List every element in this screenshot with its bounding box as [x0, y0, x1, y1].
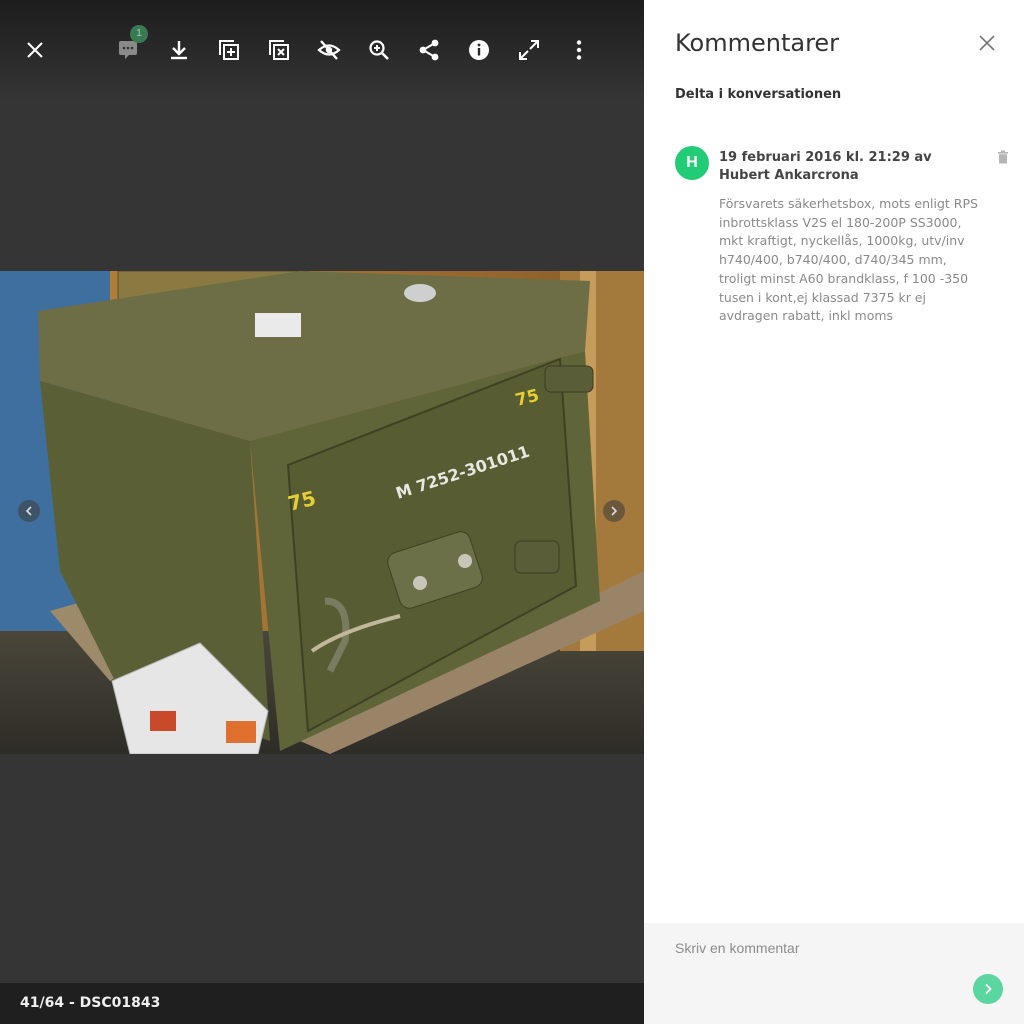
previous-photo-button[interactable] — [18, 500, 40, 522]
viewer-toolbar: 1 — [0, 0, 644, 100]
avatar: H — [675, 146, 709, 180]
close-icon — [979, 35, 995, 51]
add-to-album-button[interactable] — [215, 36, 243, 64]
hide-icon — [317, 40, 341, 60]
chevron-right-icon — [611, 506, 618, 516]
photo-viewer: 1 75 75 M 7252-301011 41/64 - DSC01843 — [0, 0, 644, 1024]
delete-comment-button[interactable] — [996, 150, 1010, 164]
download-button[interactable] — [165, 36, 193, 64]
remove-from-album-button[interactable] — [265, 36, 293, 64]
close-icon — [27, 42, 43, 58]
close-panel-button[interactable] — [977, 33, 997, 53]
comment-meta: 19 februari 2016 kl. 21:29 av Hubert Ank… — [719, 150, 932, 183]
comment-input-area — [644, 923, 1024, 1024]
comments-panel: Kommentarer Delta i konversationen H 19 … — [644, 0, 1024, 1024]
comment-text: Försvarets säkerhetsbox, mots enligt RPS… — [719, 196, 978, 324]
add-to-album-icon — [219, 40, 239, 60]
more-icon — [576, 40, 582, 60]
photo: 75 75 M 7252-301011 — [0, 271, 644, 754]
hide-button[interactable] — [315, 36, 343, 64]
share-icon — [419, 39, 439, 61]
photo-counter: 41/64 - DSC01843 — [20, 995, 161, 1011]
info-button[interactable] — [465, 36, 493, 64]
share-button[interactable] — [415, 36, 443, 64]
more-options-button[interactable] — [565, 36, 593, 64]
safe-photo-illustration: 75 75 M 7252-301011 — [0, 271, 644, 754]
remove-from-album-icon — [269, 40, 289, 60]
fullscreen-icon — [519, 40, 539, 60]
viewer-footer: 41/64 - DSC01843 — [0, 983, 644, 1024]
zoom-in-button[interactable] — [365, 36, 393, 64]
next-photo-button[interactable] — [603, 500, 625, 522]
send-icon — [985, 983, 992, 995]
send-comment-button[interactable] — [973, 974, 1003, 1004]
zoom-in-icon — [369, 40, 389, 60]
close-viewer-button[interactable] — [21, 36, 49, 64]
join-conversation-label: Delta i konversationen — [675, 87, 842, 102]
info-icon — [469, 40, 489, 60]
fullscreen-button[interactable] — [515, 36, 543, 64]
download-icon — [171, 41, 187, 60]
comment-count-badge: 1 — [130, 25, 148, 43]
trash-icon — [998, 150, 1008, 164]
chevron-left-icon — [25, 506, 32, 516]
comment-input[interactable] — [644, 923, 1024, 1024]
panel-title: Kommentarer — [675, 29, 840, 57]
